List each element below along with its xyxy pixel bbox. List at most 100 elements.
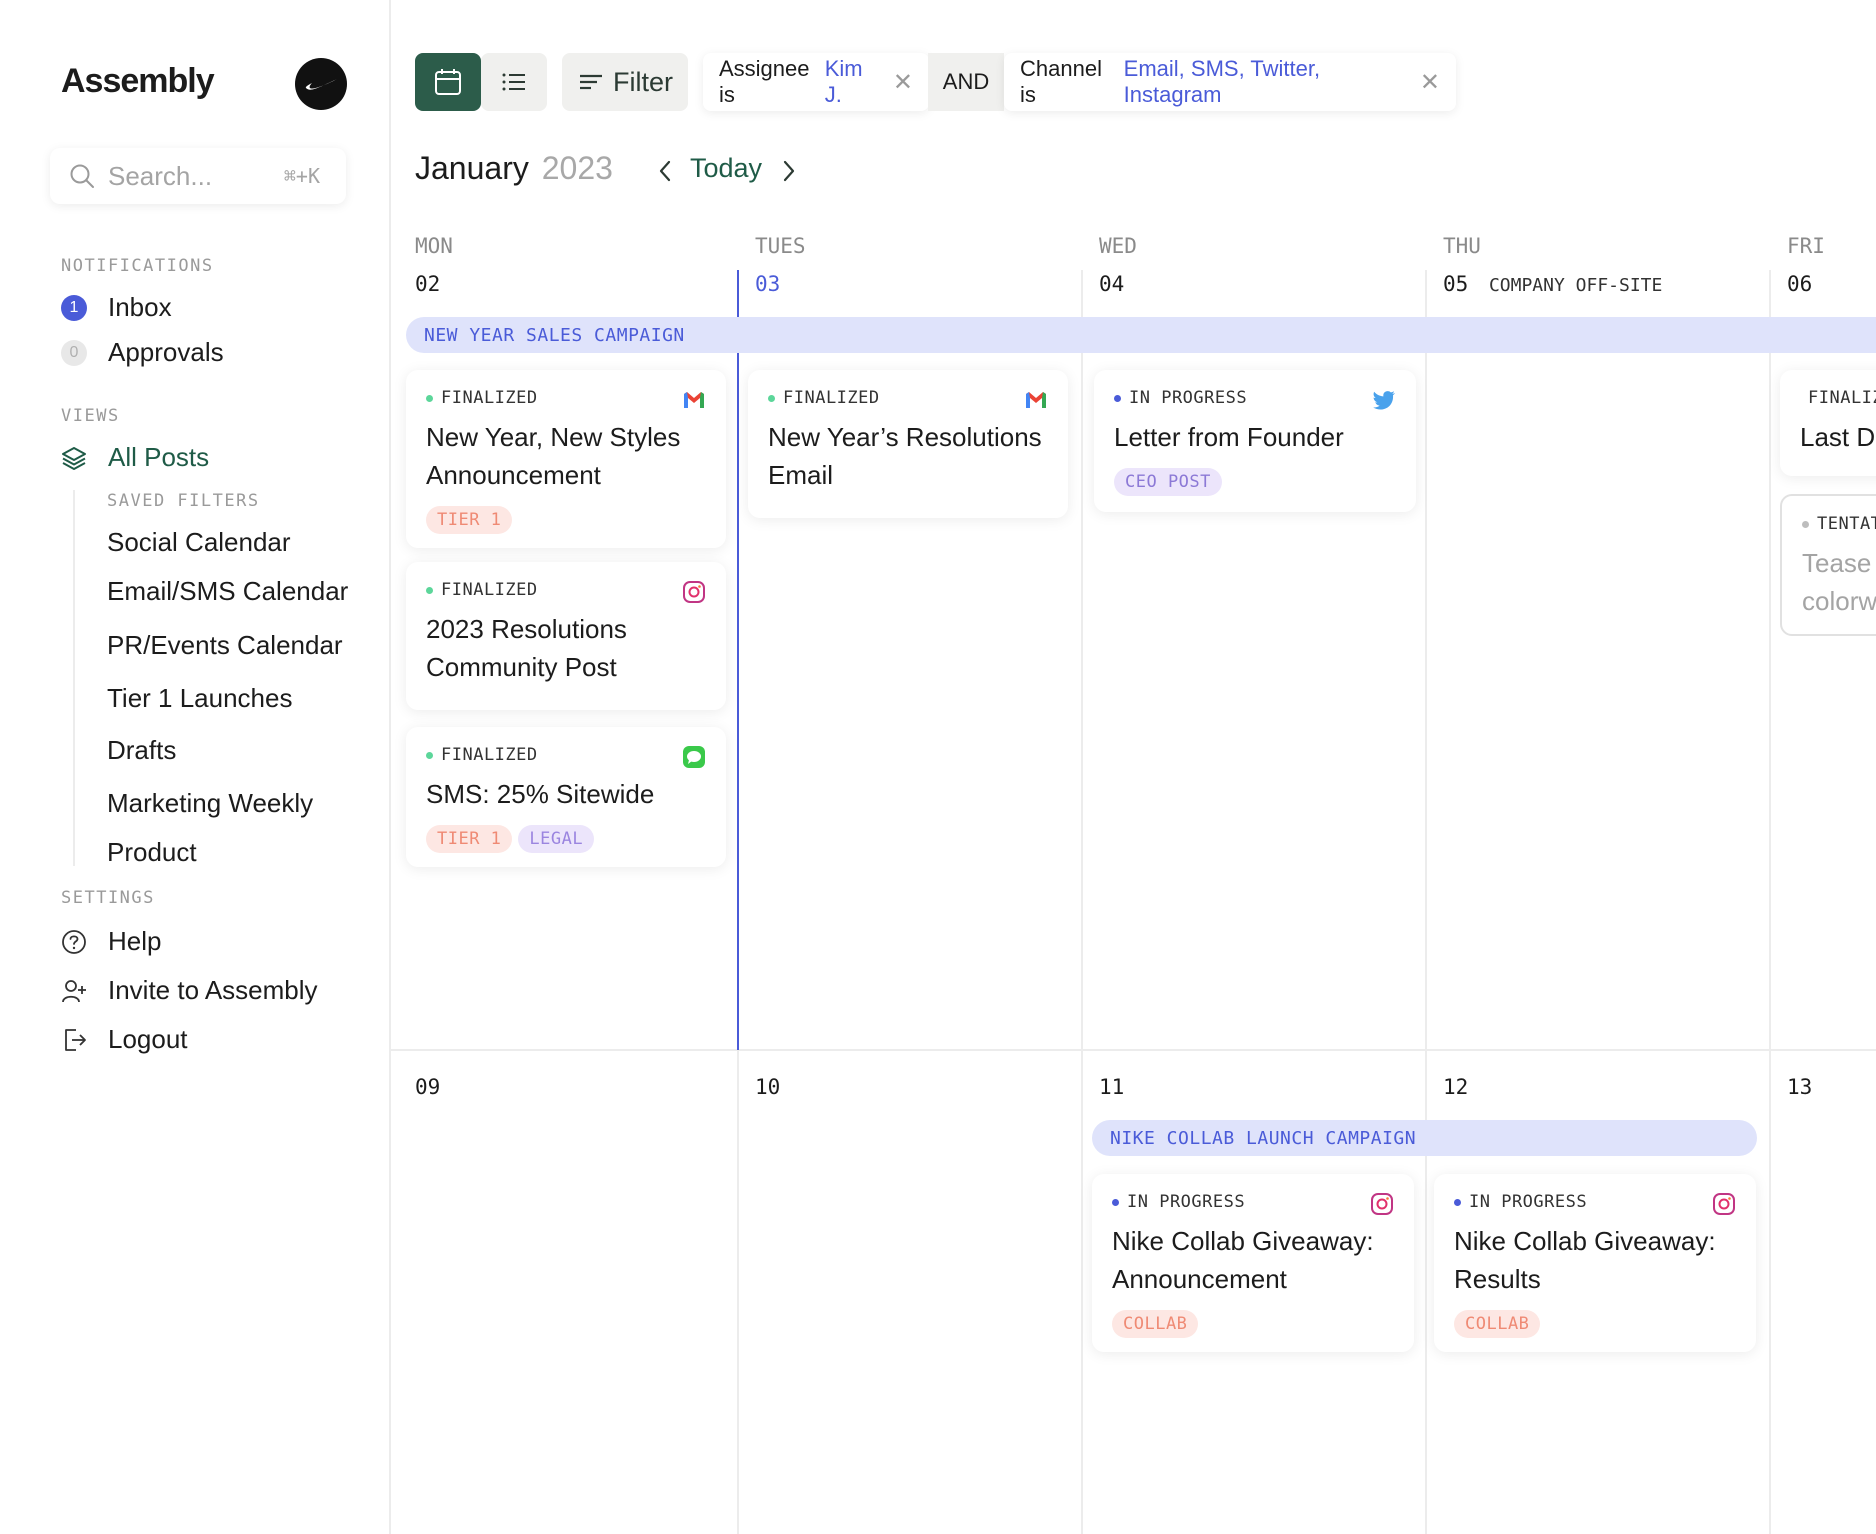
post-card[interactable]: FINALIZED SMS: 25% Sitewide TIER 1 LEGAL (406, 727, 726, 867)
post-tag: CEO POST (1114, 468, 1222, 496)
month-title: January 2023 (415, 150, 613, 187)
post-title: Nike Collab Giveaway: Announcement (1112, 1226, 1374, 1294)
date-cell[interactable]: 12 (1443, 1075, 1468, 1099)
views-section-label: VIEWS (61, 406, 120, 426)
date-cell[interactable]: 02 (415, 272, 440, 296)
post-card[interactable]: FINALIZED New Year’s Resolutions Email (748, 370, 1068, 518)
post-status: FINALIZED (441, 745, 538, 765)
status-dot (426, 394, 433, 402)
instagram-icon (683, 581, 705, 603)
post-title: New Year, New Styles Announcement (426, 422, 681, 490)
gmail-icon (684, 392, 704, 408)
post-status: IN PROGRESS (1129, 388, 1248, 408)
post-card[interactable]: IN PROGRESS Nike Collab Giveaway: Result… (1434, 1174, 1756, 1352)
brand-logo: Assembly (61, 62, 215, 100)
saved-filters-rail (73, 490, 75, 866)
nav-invite-label: Invite to Assembly (108, 975, 318, 1005)
column-divider (1425, 270, 1427, 1534)
status-dot (426, 586, 433, 594)
post-tag: COLLAB (1454, 1310, 1541, 1338)
chevron-right-icon[interactable] (776, 154, 802, 188)
post-card[interactable]: FINALIZED 2023 Resolutions Community Pos… (406, 562, 726, 710)
nav-help[interactable]: Help (60, 926, 161, 957)
list-view-button[interactable] (481, 53, 547, 111)
campaign-bar[interactable]: NEW YEAR SALES CAMPAIGN (406, 317, 1876, 353)
date-cell[interactable]: 05 COMPANY OFF-SITE (1443, 272, 1662, 296)
settings-section-label: SETTINGS (61, 888, 155, 908)
date-cell-today[interactable]: 03 (755, 272, 780, 296)
filter-button[interactable]: Filter (562, 53, 688, 111)
today-button[interactable]: Today (690, 153, 762, 184)
saved-filter-product[interactable]: Product (107, 837, 197, 868)
nav-logout-label: Logout (108, 1024, 188, 1054)
post-tag: TIER 1 (426, 506, 513, 534)
date-cell[interactable]: 06 (1787, 272, 1812, 296)
date-cell[interactable]: 04 (1099, 272, 1124, 296)
status-dot (1802, 520, 1809, 528)
remove-assignee-filter-icon[interactable]: ✕ (893, 68, 913, 97)
today-indicator (737, 270, 739, 1050)
post-card[interactable]: FINALIZED New Year, New Styles Announcem… (406, 370, 726, 548)
list-icon (502, 73, 525, 91)
filter-icon (580, 74, 602, 90)
saved-filter-drafts[interactable]: Drafts (107, 735, 176, 766)
workspace-avatar[interactable] (295, 58, 347, 110)
saved-filters-label: SAVED FILTERS (107, 491, 260, 511)
post-status: FINALIZED (441, 388, 538, 408)
instagram-icon (1371, 1193, 1393, 1215)
filter-label: Filter (613, 66, 673, 97)
date-cell[interactable]: 10 (755, 1075, 780, 1099)
post-status: FINALIZED (441, 580, 538, 600)
logout-icon (65, 1028, 86, 1051)
search-input[interactable] (106, 159, 270, 193)
nav-help-label: Help (108, 926, 162, 956)
search-icon (70, 164, 94, 188)
chevron-left-icon[interactable] (652, 154, 678, 188)
post-status: TENTAT (1817, 514, 1876, 534)
sidebar: Assembly ⌘+K NOTIFICATIONS 1 Inbox 0 App… (0, 0, 391, 1534)
search-box[interactable]: ⌘+K (50, 148, 346, 204)
month-year: 2023 (541, 150, 613, 186)
status-dot (1114, 394, 1121, 402)
post-title: Nike Collab Giveaway: Results (1454, 1226, 1716, 1294)
post-card[interactable]: FINALIZED Last D (1780, 370, 1876, 476)
date-cell[interactable]: 11 (1099, 1075, 1124, 1099)
assignee-chip-value: Kim J. (824, 56, 863, 107)
approvals-count-badge: 0 (61, 339, 87, 366)
saved-filter-email-sms-calendar[interactable]: Email/SMS Calendar (107, 576, 348, 607)
date-number: 05 (1443, 272, 1469, 296)
date-cell[interactable]: 13 (1787, 1075, 1812, 1099)
nav-logout[interactable]: Logout (60, 1024, 188, 1055)
post-tag: TIER 1 (426, 825, 513, 853)
nav-inbox[interactable]: 1 Inbox (60, 292, 172, 323)
saved-filter-marketing-weekly[interactable]: Marketing Weekly (107, 788, 313, 819)
add-user-icon (62, 979, 86, 1002)
post-status: FINALIZED (1808, 388, 1876, 408)
saved-filter-tier1-launches[interactable]: Tier 1 Launches (107, 683, 292, 714)
nav-approvals[interactable]: 0 Approvals (60, 337, 224, 368)
assignee-filter-chip[interactable]: Assignee is Kim J. ✕ (703, 53, 929, 111)
day-name-tue: TUES (755, 234, 806, 258)
saved-filter-pr-events-calendar[interactable]: PR/Events Calendar (107, 630, 343, 661)
status-dot (1454, 1198, 1461, 1206)
inbox-count-badge: 1 (61, 294, 87, 321)
event-note: COMPANY OFF-SITE (1488, 275, 1663, 296)
saved-filter-social-calendar[interactable]: Social Calendar (107, 527, 291, 558)
calendar-icon (435, 69, 461, 95)
notifications-section-label: NOTIFICATIONS (61, 256, 214, 276)
calendar-view-button[interactable] (415, 53, 481, 111)
nav-inbox-label: Inbox (108, 292, 172, 322)
post-card[interactable]: IN PROGRESS Letter from Founder CEO POST (1094, 370, 1416, 512)
remove-channel-filter-icon[interactable]: ✕ (1420, 68, 1440, 97)
post-card-tentative[interactable]: TENTAT Tease colorw (1780, 494, 1876, 636)
nav-invite[interactable]: Invite to Assembly (60, 975, 318, 1006)
nav-all-posts[interactable]: All Posts (60, 442, 209, 473)
status-dot (426, 751, 433, 759)
channel-filter-chip[interactable]: Channel is Email, SMS, Twitter, Instagra… (1004, 53, 1456, 111)
and-operator[interactable]: AND (928, 53, 1004, 111)
channel-chip-prefix: Channel is (1020, 56, 1102, 107)
post-card[interactable]: IN PROGRESS Nike Collab Giveaway: Announ… (1092, 1174, 1414, 1352)
date-cell[interactable]: 09 (415, 1075, 440, 1099)
layers-icon (62, 446, 86, 470)
campaign-bar[interactable]: NIKE COLLAB LAUNCH CAMPAIGN (1092, 1120, 1757, 1156)
